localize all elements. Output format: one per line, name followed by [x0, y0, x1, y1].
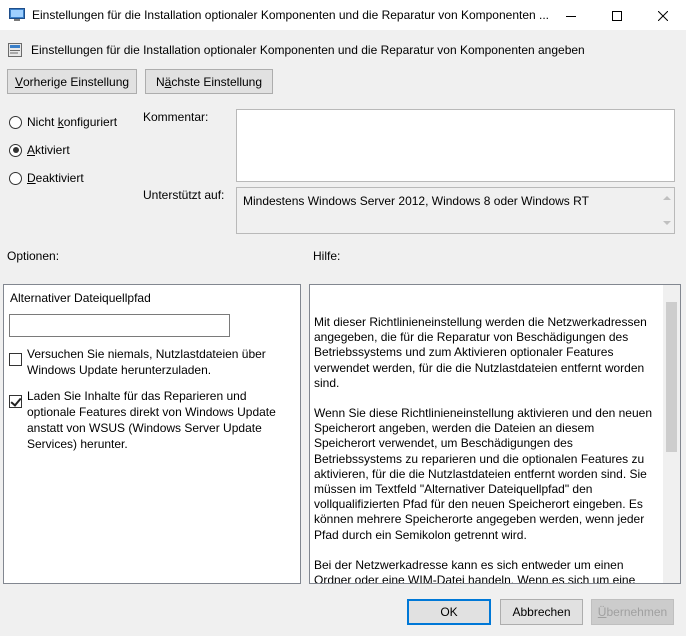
group-policy-icon [9, 8, 25, 21]
policy-header: Einstellungen für die Installation optio… [7, 42, 585, 58]
radio-enabled-circle [9, 143, 22, 157]
help-panel: Mit dieser Richtlinieneinstellung werden… [309, 284, 681, 584]
window-title: Einstellungen für die Installation optio… [32, 8, 550, 22]
scroll-up-icon [663, 196, 671, 200]
radio-not-configured[interactable]: Nicht konfiguriert [9, 115, 117, 129]
help-scroll-thumb[interactable] [666, 302, 677, 452]
download-from-wu-text: Laden Sie Inhalte für das Reparieren und… [27, 389, 276, 451]
radio-disabled-label: Deaktiviert [27, 171, 84, 185]
next-label-pre: N [155, 74, 165, 89]
alt-source-path-input[interactable] [9, 314, 230, 337]
help-paragraph: Wenn Sie diese Richtlinieneinstellung ak… [314, 406, 653, 542]
scroll-down-icon [663, 221, 671, 225]
close-button[interactable] [640, 0, 686, 31]
policy-setting-icon [8, 43, 22, 57]
previous-label: orherige Einstellung [22, 74, 130, 89]
previous-mnemonic: V [14, 74, 23, 89]
help-text: Mit dieser Richtlinieneinstellung werden… [314, 315, 656, 584]
next-setting-button[interactable]: Nä chste Einstellung [145, 69, 273, 94]
maximize-button[interactable] [594, 0, 640, 31]
options-label: Optionen: [7, 249, 60, 263]
minimize-icon [566, 15, 576, 17]
never-download-checkbox[interactable] [9, 353, 22, 366]
download-from-wu-option[interactable]: Laden Sie Inhalte für das Reparieren und… [9, 388, 292, 452]
never-download-option[interactable]: Versuchen Sie niemals, Nutzlastdateien ü… [9, 346, 292, 378]
supported-value: Mindestens Windows Server 2012, Windows … [243, 194, 589, 208]
comment-textarea[interactable] [236, 109, 675, 182]
options-panel: Alternativer Dateiquellpfad Versuchen Si… [3, 284, 301, 584]
title-bar: Einstellungen für die Installation optio… [0, 0, 686, 31]
radio-enabled[interactable]: Aktiviert [9, 143, 70, 157]
help-scrollbar[interactable] [663, 285, 680, 583]
apply-button[interactable]: Übernehmen [591, 599, 674, 625]
alt-source-path-label: Alternativer Dateiquellpfad [10, 291, 151, 305]
radio-not-configured-label: Nicht konfiguriert [27, 115, 118, 129]
radio-disabled-circle [9, 171, 22, 185]
never-download-text: Versuchen Sie niemals, Nutzlastdateien ü… [27, 347, 266, 377]
help-paragraph: Bei der Netzwerkadresse kann es sich ent… [314, 557, 636, 584]
close-icon [658, 10, 668, 21]
minimize-button[interactable] [548, 0, 594, 31]
help-label: Hilfe: [313, 249, 341, 263]
comment-label: Kommentar: [143, 110, 209, 124]
help-paragraph: Mit dieser Richtlinieneinstellung werden… [314, 315, 647, 390]
download-from-wu-checkbox[interactable] [9, 395, 22, 408]
ok-button[interactable]: OK [407, 599, 491, 625]
next-label: chste Einstellung [171, 74, 263, 89]
cancel-button[interactable]: Abbrechen [500, 599, 583, 625]
radio-disabled[interactable]: Deaktiviert [9, 171, 84, 185]
supported-label: Unterstützt auf: [143, 188, 225, 202]
previous-setting-button[interactable]: Vorherige Einstellung [7, 69, 137, 94]
radio-enabled-label: Aktiviert [27, 143, 70, 157]
supported-field: Mindestens Windows Server 2012, Windows … [236, 187, 675, 234]
maximize-icon [612, 10, 622, 21]
policy-header-text: Einstellungen für die Installation optio… [31, 43, 585, 57]
apply-mnemonic: Ü [597, 605, 607, 619]
next-mnemonic: ä [164, 74, 172, 89]
radio-not-configured-circle [9, 115, 22, 129]
policy-dialog: Einstellungen für die Installation optio… [0, 31, 686, 636]
apply-label: bernehmen [606, 605, 668, 619]
